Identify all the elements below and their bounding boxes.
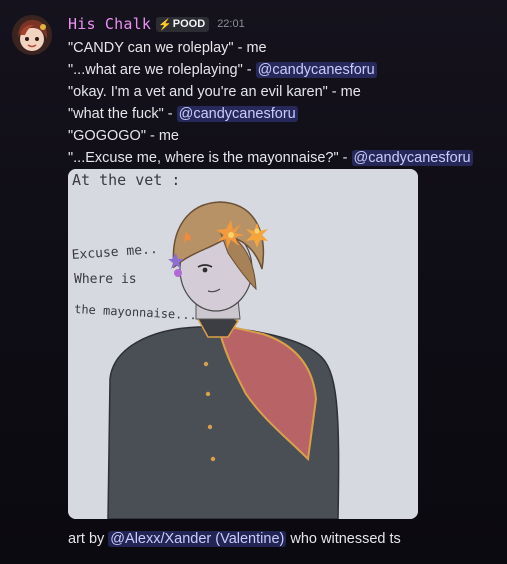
message-content: "CANDY can we roleplay" - me "...what ar… — [68, 37, 473, 169]
image-attachment[interactable]: At the vet : Excuse me.. Where is the ma… — [68, 169, 418, 519]
message-line: "GOGOGO" - me — [68, 125, 473, 147]
line-text: "GOGOGO" - me — [68, 128, 179, 144]
message-line: "...Excuse me, where is the mayonnaise?"… — [68, 147, 473, 169]
footer-prefix: art by — [68, 531, 109, 547]
line-text: "...Excuse me, where is the mayonnaise?"… — [68, 150, 352, 166]
sketch-caption-top: At the vet : — [72, 171, 180, 189]
line-text: "what the fuck" - — [68, 106, 177, 122]
message-line: "CANDY can we roleplay" - me — [68, 37, 473, 59]
user-mention[interactable]: @candycanesforu — [255, 62, 377, 78]
lightning-bolt-icon: ⚡ — [158, 18, 172, 31]
message-timestamp[interactable]: 22:01 — [217, 18, 245, 30]
user-mention[interactable]: @candycanesforu — [176, 106, 298, 122]
user-mention[interactable]: @candycanesforu — [351, 150, 473, 166]
user-mention[interactable]: @Alexx/Xander (Valentine) — [108, 531, 287, 547]
sketch-caption-line: Where is — [74, 272, 137, 287]
role-tag-label: POOD — [172, 18, 206, 30]
message-line: "okay. I'm a vet and you're an evil kare… — [68, 81, 473, 103]
line-text: "CANDY can we roleplay" - me — [68, 40, 267, 56]
line-text: "okay. I'm a vet and you're an evil kare… — [68, 84, 361, 100]
username[interactable]: His Chalk — [68, 15, 151, 33]
avatar-image — [12, 15, 52, 55]
footer-suffix: who witnessed ts — [286, 531, 401, 547]
user-avatar[interactable] — [12, 15, 52, 55]
message-line: "what the fuck" - @candycanesforu — [68, 103, 473, 125]
line-text: "...what are we roleplaying" - — [68, 62, 256, 78]
message-line: "...what are we roleplaying" - @candycan… — [68, 59, 473, 81]
chat-message: His Chalk ⚡ POOD 22:01 "CANDY can we rol… — [0, 0, 507, 564]
sketch-illustration: At the vet : Excuse me.. Where is the ma… — [68, 169, 418, 519]
role-tag[interactable]: ⚡ POOD — [156, 16, 210, 32]
message-footer: art by @Alexx/Xander (Valentine) who wit… — [68, 528, 401, 550]
message-header: His Chalk ⚡ POOD 22:01 — [68, 15, 245, 33]
